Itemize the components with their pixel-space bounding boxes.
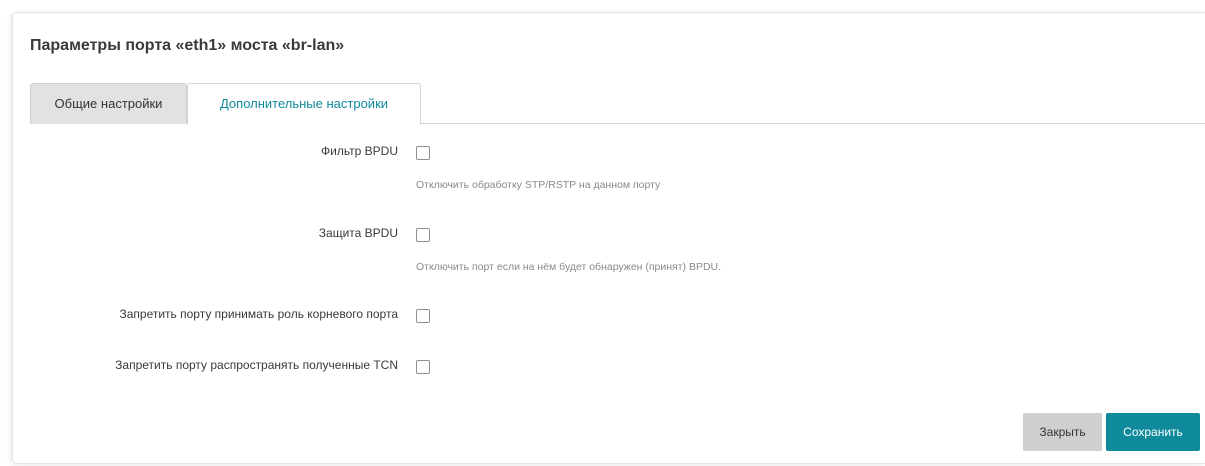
bpdu-filter-label: Фильтр BPDU [321, 144, 398, 158]
tab-bar: Общие настройки Дополнительные настройки [30, 83, 1205, 125]
tab-general-settings[interactable]: Общие настройки [30, 83, 187, 124]
port-settings-dialog: Параметры порта «eth1» моста «br-lan» Об… [12, 12, 1205, 464]
close-button[interactable]: Закрыть [1023, 413, 1102, 451]
bpdu-guard-checkbox[interactable] [416, 228, 430, 242]
bpdu-filter-description: Отключить обработку STP/RSTP на данном п… [416, 179, 661, 191]
dialog-title: Параметры порта «eth1» моста «br-lan» [30, 37, 345, 54]
root-guard-label: Запретить порту принимать роль корневого… [119, 307, 398, 321]
save-button[interactable]: Сохранить [1106, 413, 1200, 451]
bpdu-guard-label: Защита BPDU [318, 226, 398, 240]
bpdu-filter-checkbox[interactable] [416, 146, 430, 160]
tcn-guard-label: Запретить порту распространять полученны… [115, 358, 398, 372]
tab-advanced-settings[interactable]: Дополнительные настройки [187, 83, 421, 125]
tcn-guard-checkbox[interactable] [416, 360, 430, 374]
root-guard-checkbox[interactable] [416, 309, 430, 323]
bpdu-guard-description: Отключить порт если на нём будет обнаруж… [416, 261, 722, 273]
